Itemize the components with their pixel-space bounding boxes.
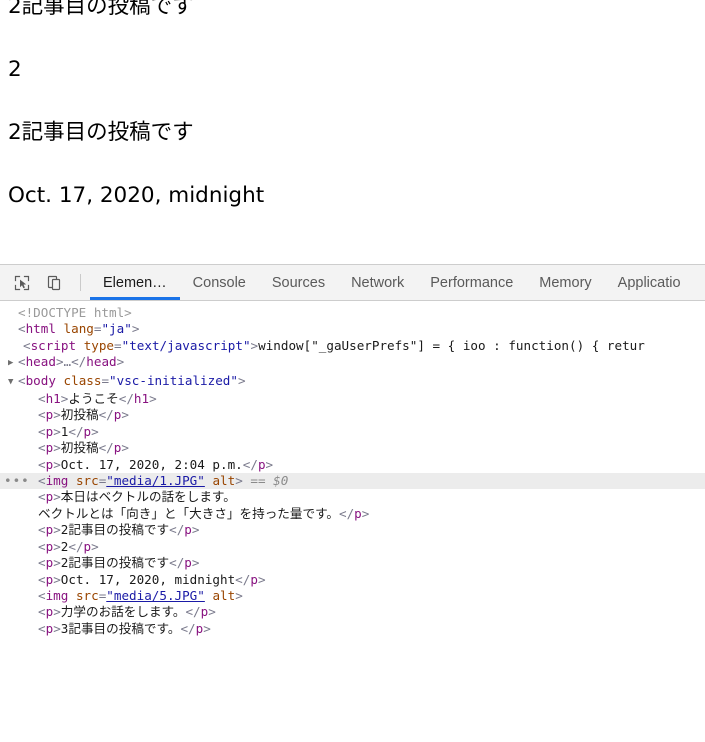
tag-name: p [250, 571, 258, 587]
tab-sources[interactable]: Sources [259, 265, 338, 300]
script-text: window["_gaUserPrefs"] = { ioo : functio… [258, 337, 645, 353]
chevron-right-icon[interactable]: ▶ [8, 355, 18, 371]
attr-name: alt [212, 587, 236, 603]
tag-name: p [83, 423, 92, 439]
tab-label: Applicatio [617, 274, 681, 291]
row-more-options-icon[interactable]: ••• [4, 473, 30, 489]
dom-row-element[interactable]: <p>本日はベクトルの話をします。 ベクトルとは「向き」と「大きさ」を持った量で… [0, 489, 705, 522]
tag-name: p [257, 456, 266, 472]
node-text: 力学のお話をします。 [60, 604, 186, 620]
attr-value: "ja" [101, 321, 132, 337]
tab-network[interactable]: Network [338, 265, 417, 300]
dom-row-element[interactable]: <p>1</p> [0, 424, 705, 440]
tab-elements[interactable]: Elemen… [90, 265, 180, 300]
dom-row-element[interactable]: <p>2記事目の投稿です</p> [0, 555, 705, 571]
node-text: 2記事目の投稿です [60, 522, 170, 538]
tag-name: script [30, 337, 77, 353]
tab-label: Elemen… [103, 274, 167, 291]
attr-name: type [83, 337, 115, 353]
tab-performance[interactable]: Performance [417, 265, 526, 300]
tag-name: p [83, 538, 92, 554]
node-text: 本日はベクトルの話をします。 ベクトルとは「向き」と「大きさ」を持った量です。 [38, 489, 339, 521]
dom-row-element[interactable]: <p>初投稿</p> [0, 407, 705, 423]
toolbar-divider [80, 274, 81, 291]
tag-name: p [354, 505, 362, 521]
node-text: 2記事目の投稿です [60, 555, 170, 571]
tab-label: Performance [430, 274, 514, 291]
dom-row-head[interactable]: ▶ <head>…</head> [0, 354, 705, 372]
dom-row-html[interactable]: <html lang="ja"> [0, 321, 705, 337]
attr-name: src [75, 473, 99, 489]
dom-row-element[interactable]: <h1>ようこそ</h1> [0, 391, 705, 407]
attr-name: src [75, 587, 99, 603]
tag-name: body [25, 372, 56, 388]
devtools-panel: Elemen… Console Sources Network Performa… [0, 264, 705, 742]
dom-row-element[interactable]: <p>3記事目の投稿です。</p> [0, 621, 705, 637]
page-paragraph: 2記事目の投稿です [8, 120, 194, 145]
attr-value-link[interactable]: "media/5.JPG" [106, 588, 205, 603]
attr-name: lang [63, 321, 94, 337]
dom-row-element[interactable]: <p>初投稿</p> [0, 440, 705, 456]
page-paragraph: Oct. 17, 2020, midnight [8, 183, 265, 208]
attr-name: alt [212, 473, 236, 489]
tag-name: p [184, 522, 192, 538]
devtools-toolbar: Elemen… Console Sources Network Performa… [0, 265, 705, 301]
attr-value: "vsc-initialized" [109, 372, 238, 388]
dom-row-element[interactable]: <p>Oct. 17, 2020, midnight</p> [0, 572, 705, 588]
dom-row-element[interactable]: <img src="media/5.JPG" alt> [0, 588, 705, 604]
doctype-text: <!DOCTYPE html> [18, 305, 132, 320]
tab-label: Console [192, 274, 246, 291]
dom-row-element[interactable]: <p>2</p> [0, 539, 705, 555]
dom-row-body[interactable]: ▼ <body class="vsc-initialized"> [0, 373, 705, 391]
tab-console[interactable]: Console [180, 265, 259, 300]
node-text: ようこそ [68, 391, 119, 407]
tag-name: h1 [45, 391, 61, 407]
dom-row-doctype[interactable]: <!DOCTYPE html> [0, 305, 705, 321]
rendered-page-viewport: 2記事目の投稿です 2 2記事目の投稿です Oct. 17, 2020, mid… [0, 0, 705, 264]
tab-application[interactable]: Applicatio [605, 265, 694, 300]
node-text: 初投稿 [60, 440, 99, 456]
tab-label: Memory [539, 274, 592, 291]
selected-node-badge: == $0 [250, 473, 289, 489]
tag-name: img [45, 473, 69, 489]
tab-memory[interactable]: Memory [526, 265, 604, 300]
dom-tree[interactable]: <!DOCTYPE html> <html lang="ja"> <script… [0, 301, 705, 742]
tag-name: h1 [133, 391, 150, 407]
attr-value: "text/javascript" [121, 337, 251, 353]
page-paragraph: 2 [8, 57, 22, 82]
tag-name: img [45, 587, 69, 603]
tag-name: p [184, 555, 192, 571]
chevron-down-icon[interactable]: ▼ [8, 374, 18, 390]
dom-row-element[interactable]: <p>Oct. 17, 2020, 2:04 p.m.</p> [0, 457, 705, 473]
tab-label: Sources [271, 274, 326, 291]
device-toolbar-icon[interactable] [38, 265, 70, 300]
attr-name: class [63, 372, 102, 388]
tab-label: Network [351, 274, 405, 291]
tag-name: head [25, 354, 56, 370]
node-text: 初投稿 [60, 407, 99, 423]
node-text: 3記事目の投稿です。 [60, 620, 181, 636]
tag-name: head [86, 354, 117, 370]
node-text: Oct. 17, 2020, 2:04 p.m. [60, 456, 243, 472]
dom-row-element[interactable]: <p>2記事目の投稿です</p> [0, 522, 705, 538]
attr-value-link[interactable]: "media/1.JPG" [106, 473, 205, 488]
page-paragraph: 2記事目の投稿です [8, 0, 194, 19]
dom-row-selected-img[interactable]: ••• <img src="media/1.JPG" alt> == $0 [0, 473, 705, 490]
dom-row-element[interactable]: <p>力学のお話をします。</p> [0, 604, 705, 620]
dom-row-script[interactable]: <script type="text/javascript">window["_… [0, 338, 705, 354]
inspect-element-icon[interactable] [6, 265, 38, 300]
node-text: Oct. 17, 2020, midnight [60, 571, 236, 587]
tag-name: html [25, 321, 56, 337]
